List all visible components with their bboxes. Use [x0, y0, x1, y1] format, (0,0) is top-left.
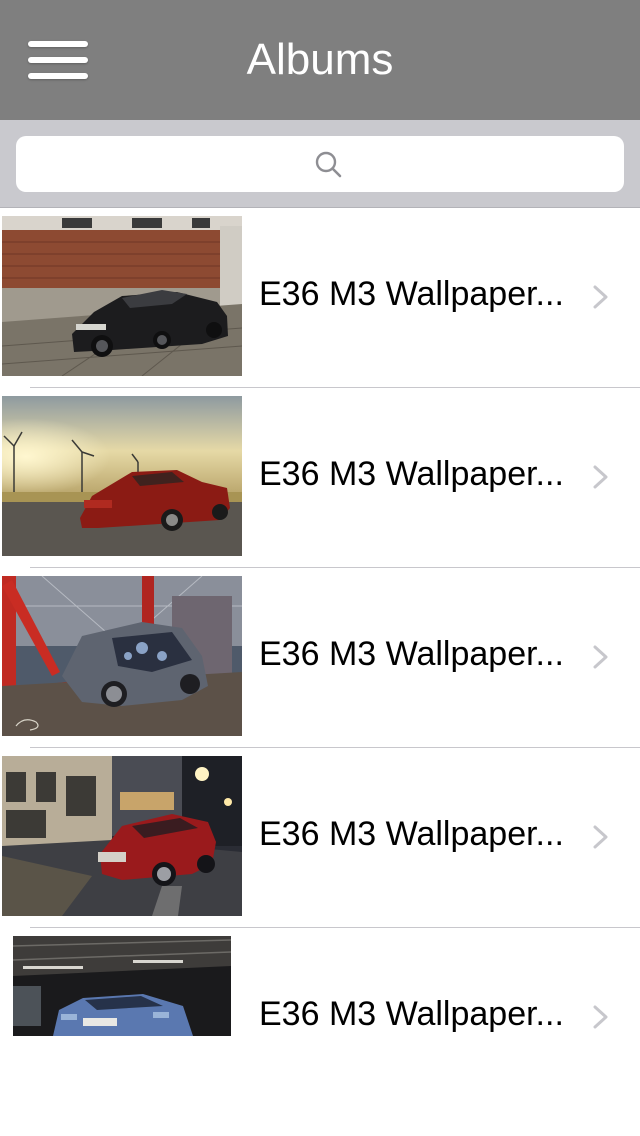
album-thumbnail: [2, 576, 242, 736]
search-input[interactable]: [16, 136, 624, 192]
album-title: E36 M3 Wallpaper...: [259, 815, 564, 853]
album-thumbnail: [2, 396, 242, 556]
page-title: Albums: [246, 35, 394, 84]
album-title: E36 M3 Wallpaper...: [259, 995, 564, 1033]
list-item[interactable]: E36 M3 Wallpaper...: [0, 388, 640, 568]
chevron-right-icon: [593, 1005, 608, 1029]
list-item[interactable]: E36 M3 Wallpaper...: [0, 748, 640, 928]
list-item[interactable]: E36 M3 Wallpaper...: [0, 208, 640, 388]
chevron-right-icon: [593, 645, 608, 669]
album-thumbnail: [2, 756, 242, 916]
album-title: E36 M3 Wallpaper...: [259, 275, 564, 313]
search-bar: [0, 120, 640, 208]
album-list: E36 M3 Wallpaper... E36 M3 Wallpaper... …: [0, 208, 640, 1108]
album-title: E36 M3 Wallpaper...: [259, 635, 564, 673]
list-item[interactable]: E36 M3 Wallpaper...: [0, 568, 640, 748]
chevron-right-icon: [593, 825, 608, 849]
album-title: E36 M3 Wallpaper...: [259, 455, 564, 493]
search-icon: [315, 151, 342, 178]
list-item[interactable]: E36 M3 Wallpaper...: [0, 928, 640, 1108]
chevron-right-icon: [593, 465, 608, 489]
chevron-right-icon: [593, 285, 608, 309]
album-thumbnail: [2, 216, 242, 376]
navigation-bar: Albums: [0, 0, 640, 120]
album-thumbnail: [13, 936, 231, 1036]
